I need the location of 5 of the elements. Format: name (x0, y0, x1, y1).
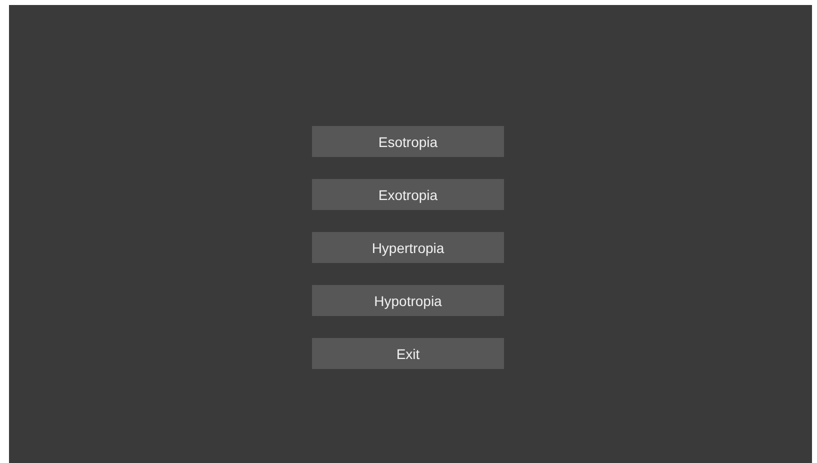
menu-button[interactable]: Esotropia (312, 126, 504, 157)
menu-button[interactable]: Exotropia (312, 179, 504, 210)
menu-button[interactable]: Hypertropia (312, 232, 504, 263)
menu-button[interactable]: Hypotropia (312, 285, 504, 316)
menu-button[interactable]: Exit (312, 338, 504, 369)
